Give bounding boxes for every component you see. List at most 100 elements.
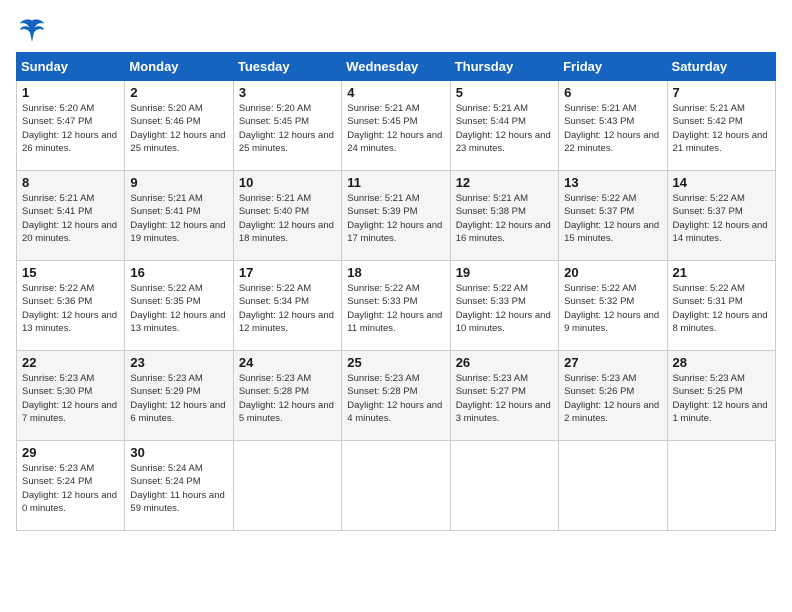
calendar-cell: 22 Sunrise: 5:23 AMSunset: 5:30 PMDaylig…: [17, 351, 125, 441]
calendar-cell: 7 Sunrise: 5:21 AMSunset: 5:42 PMDayligh…: [667, 81, 775, 171]
calendar-cell: 11 Sunrise: 5:21 AMSunset: 5:39 PMDaylig…: [342, 171, 450, 261]
day-number: 12: [456, 175, 553, 190]
calendar-cell: 4 Sunrise: 5:21 AMSunset: 5:45 PMDayligh…: [342, 81, 450, 171]
day-info: Sunrise: 5:20 AMSunset: 5:46 PMDaylight:…: [130, 103, 225, 154]
day-info: Sunrise: 5:21 AMSunset: 5:44 PMDaylight:…: [456, 103, 551, 154]
calendar-cell: 23 Sunrise: 5:23 AMSunset: 5:29 PMDaylig…: [125, 351, 233, 441]
day-info: Sunrise: 5:23 AMSunset: 5:29 PMDaylight:…: [130, 373, 225, 424]
day-number: 29: [22, 445, 119, 460]
calendar-cell: 20 Sunrise: 5:22 AMSunset: 5:32 PMDaylig…: [559, 261, 667, 351]
day-number: 24: [239, 355, 336, 370]
day-number: 15: [22, 265, 119, 280]
logo: [16, 16, 46, 40]
day-number: 22: [22, 355, 119, 370]
day-info: Sunrise: 5:23 AMSunset: 5:28 PMDaylight:…: [239, 373, 334, 424]
day-number: 5: [456, 85, 553, 100]
day-info: Sunrise: 5:21 AMSunset: 5:45 PMDaylight:…: [347, 103, 442, 154]
calendar-week-1: 1 Sunrise: 5:20 AMSunset: 5:47 PMDayligh…: [17, 81, 776, 171]
calendar-cell: 17 Sunrise: 5:22 AMSunset: 5:34 PMDaylig…: [233, 261, 341, 351]
calendar-cell: 13 Sunrise: 5:22 AMSunset: 5:37 PMDaylig…: [559, 171, 667, 261]
calendar-cell: 29 Sunrise: 5:23 AMSunset: 5:24 PMDaylig…: [17, 441, 125, 531]
calendar-cell: 6 Sunrise: 5:21 AMSunset: 5:43 PMDayligh…: [559, 81, 667, 171]
day-number: 10: [239, 175, 336, 190]
day-info: Sunrise: 5:21 AMSunset: 5:40 PMDaylight:…: [239, 193, 334, 244]
day-number: 6: [564, 85, 661, 100]
calendar-cell: [233, 441, 341, 531]
day-number: 16: [130, 265, 227, 280]
day-number: 3: [239, 85, 336, 100]
day-info: Sunrise: 5:22 AMSunset: 5:32 PMDaylight:…: [564, 283, 659, 334]
weekday-header-saturday: Saturday: [667, 53, 775, 81]
day-number: 28: [673, 355, 770, 370]
weekday-header-wednesday: Wednesday: [342, 53, 450, 81]
day-number: 18: [347, 265, 444, 280]
day-info: Sunrise: 5:23 AMSunset: 5:24 PMDaylight:…: [22, 463, 117, 514]
weekday-header-thursday: Thursday: [450, 53, 558, 81]
day-info: Sunrise: 5:22 AMSunset: 5:31 PMDaylight:…: [673, 283, 768, 334]
calendar-cell: 18 Sunrise: 5:22 AMSunset: 5:33 PMDaylig…: [342, 261, 450, 351]
weekday-header-sunday: Sunday: [17, 53, 125, 81]
weekday-header-tuesday: Tuesday: [233, 53, 341, 81]
calendar-cell: 3 Sunrise: 5:20 AMSunset: 5:45 PMDayligh…: [233, 81, 341, 171]
day-number: 30: [130, 445, 227, 460]
page-header: [16, 16, 776, 40]
day-info: Sunrise: 5:24 AMSunset: 5:24 PMDaylight:…: [130, 463, 224, 514]
calendar-cell: 14 Sunrise: 5:22 AMSunset: 5:37 PMDaylig…: [667, 171, 775, 261]
calendar-week-5: 29 Sunrise: 5:23 AMSunset: 5:24 PMDaylig…: [17, 441, 776, 531]
day-number: 19: [456, 265, 553, 280]
calendar-cell: 28 Sunrise: 5:23 AMSunset: 5:25 PMDaylig…: [667, 351, 775, 441]
day-number: 21: [673, 265, 770, 280]
day-number: 9: [130, 175, 227, 190]
day-info: Sunrise: 5:22 AMSunset: 5:33 PMDaylight:…: [347, 283, 442, 334]
calendar-cell: [450, 441, 558, 531]
calendar-cell: [342, 441, 450, 531]
day-info: Sunrise: 5:22 AMSunset: 5:33 PMDaylight:…: [456, 283, 551, 334]
calendar-cell: 24 Sunrise: 5:23 AMSunset: 5:28 PMDaylig…: [233, 351, 341, 441]
day-info: Sunrise: 5:21 AMSunset: 5:41 PMDaylight:…: [130, 193, 225, 244]
weekday-header-row: SundayMondayTuesdayWednesdayThursdayFrid…: [17, 53, 776, 81]
day-number: 14: [673, 175, 770, 190]
day-number: 26: [456, 355, 553, 370]
day-number: 2: [130, 85, 227, 100]
day-info: Sunrise: 5:22 AMSunset: 5:37 PMDaylight:…: [673, 193, 768, 244]
day-number: 27: [564, 355, 661, 370]
calendar-cell: 8 Sunrise: 5:21 AMSunset: 5:41 PMDayligh…: [17, 171, 125, 261]
calendar-cell: 25 Sunrise: 5:23 AMSunset: 5:28 PMDaylig…: [342, 351, 450, 441]
calendar-cell: 1 Sunrise: 5:20 AMSunset: 5:47 PMDayligh…: [17, 81, 125, 171]
day-number: 25: [347, 355, 444, 370]
calendar-week-2: 8 Sunrise: 5:21 AMSunset: 5:41 PMDayligh…: [17, 171, 776, 261]
day-info: Sunrise: 5:23 AMSunset: 5:28 PMDaylight:…: [347, 373, 442, 424]
day-info: Sunrise: 5:20 AMSunset: 5:45 PMDaylight:…: [239, 103, 334, 154]
calendar-cell: 26 Sunrise: 5:23 AMSunset: 5:27 PMDaylig…: [450, 351, 558, 441]
weekday-header-friday: Friday: [559, 53, 667, 81]
calendar-cell: 15 Sunrise: 5:22 AMSunset: 5:36 PMDaylig…: [17, 261, 125, 351]
calendar-cell: 30 Sunrise: 5:24 AMSunset: 5:24 PMDaylig…: [125, 441, 233, 531]
day-info: Sunrise: 5:21 AMSunset: 5:38 PMDaylight:…: [456, 193, 551, 244]
day-number: 1: [22, 85, 119, 100]
day-number: 17: [239, 265, 336, 280]
day-info: Sunrise: 5:21 AMSunset: 5:43 PMDaylight:…: [564, 103, 659, 154]
calendar-cell: 2 Sunrise: 5:20 AMSunset: 5:46 PMDayligh…: [125, 81, 233, 171]
calendar-cell: 27 Sunrise: 5:23 AMSunset: 5:26 PMDaylig…: [559, 351, 667, 441]
calendar-cell: 21 Sunrise: 5:22 AMSunset: 5:31 PMDaylig…: [667, 261, 775, 351]
calendar-table: SundayMondayTuesdayWednesdayThursdayFrid…: [16, 52, 776, 531]
day-info: Sunrise: 5:20 AMSunset: 5:47 PMDaylight:…: [22, 103, 117, 154]
calendar-cell: [667, 441, 775, 531]
calendar-cell: 5 Sunrise: 5:21 AMSunset: 5:44 PMDayligh…: [450, 81, 558, 171]
day-number: 8: [22, 175, 119, 190]
day-info: Sunrise: 5:21 AMSunset: 5:41 PMDaylight:…: [22, 193, 117, 244]
day-info: Sunrise: 5:23 AMSunset: 5:30 PMDaylight:…: [22, 373, 117, 424]
calendar-cell: 19 Sunrise: 5:22 AMSunset: 5:33 PMDaylig…: [450, 261, 558, 351]
day-number: 4: [347, 85, 444, 100]
day-number: 13: [564, 175, 661, 190]
day-info: Sunrise: 5:22 AMSunset: 5:34 PMDaylight:…: [239, 283, 334, 334]
weekday-header-monday: Monday: [125, 53, 233, 81]
day-info: Sunrise: 5:21 AMSunset: 5:42 PMDaylight:…: [673, 103, 768, 154]
calendar-week-4: 22 Sunrise: 5:23 AMSunset: 5:30 PMDaylig…: [17, 351, 776, 441]
day-number: 7: [673, 85, 770, 100]
calendar-cell: 9 Sunrise: 5:21 AMSunset: 5:41 PMDayligh…: [125, 171, 233, 261]
calendar-cell: 12 Sunrise: 5:21 AMSunset: 5:38 PMDaylig…: [450, 171, 558, 261]
day-info: Sunrise: 5:21 AMSunset: 5:39 PMDaylight:…: [347, 193, 442, 244]
day-info: Sunrise: 5:22 AMSunset: 5:36 PMDaylight:…: [22, 283, 117, 334]
day-info: Sunrise: 5:22 AMSunset: 5:35 PMDaylight:…: [130, 283, 225, 334]
